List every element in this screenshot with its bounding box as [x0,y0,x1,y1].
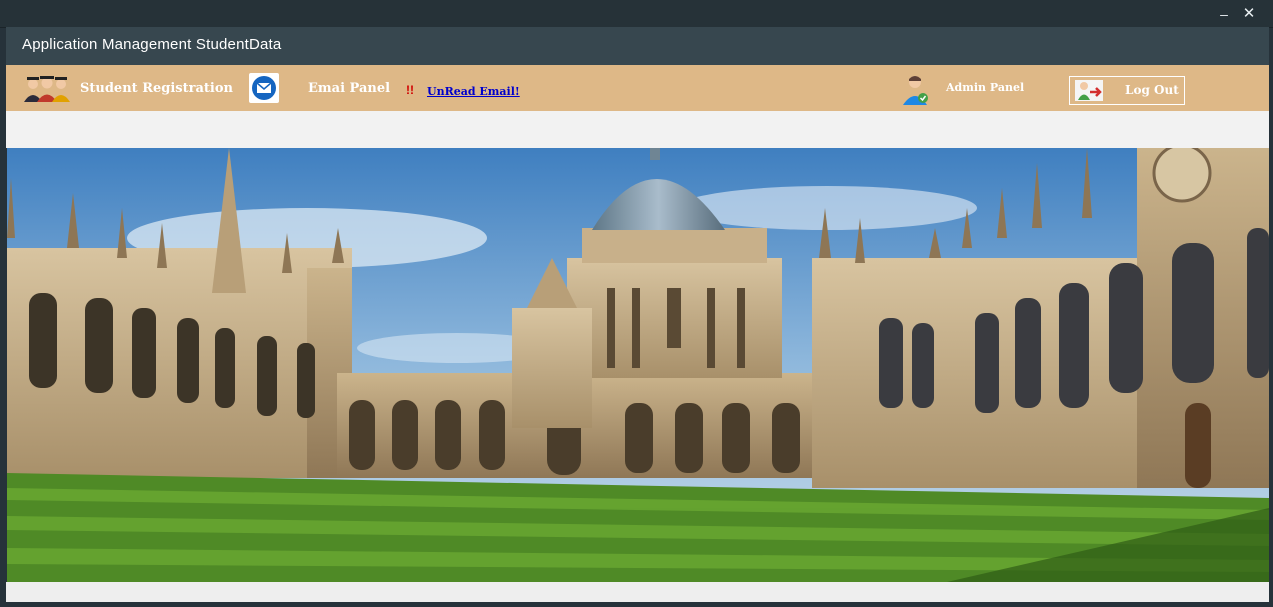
app-header: Application Management StudentData [6,27,1269,65]
minimize-button[interactable]: – [1214,4,1234,24]
logout-label: Log Out [1125,83,1179,97]
logout-icon [1075,80,1103,101]
close-button[interactable]: ✕ [1239,4,1259,24]
campus-hero-image [7,148,1269,582]
unread-email-link[interactable]: UnRead Email! [427,85,520,98]
content-spacer [6,111,1269,148]
admin-user-icon[interactable] [899,73,931,105]
footer-band [6,582,1269,602]
students-group-icon[interactable] [22,74,72,102]
logout-button[interactable]: Log Out [1069,76,1185,105]
app-window: – ✕ Application Management StudentData S… [0,0,1273,607]
campus-illustration [7,148,1269,582]
menu-bar: Student Registration Emai Panel !! UnRea… [6,65,1269,111]
student-registration-link[interactable]: Student Registration [80,81,233,96]
email-panel-link[interactable]: Emai Panel [308,81,390,96]
app-title: Application Management StudentData [22,36,282,53]
admin-panel-link[interactable]: Admin Panel [946,81,1024,94]
envelope-icon[interactable] [249,73,279,103]
window-titlebar[interactable]: – ✕ [0,0,1273,28]
alert-mark: !! [406,83,414,97]
